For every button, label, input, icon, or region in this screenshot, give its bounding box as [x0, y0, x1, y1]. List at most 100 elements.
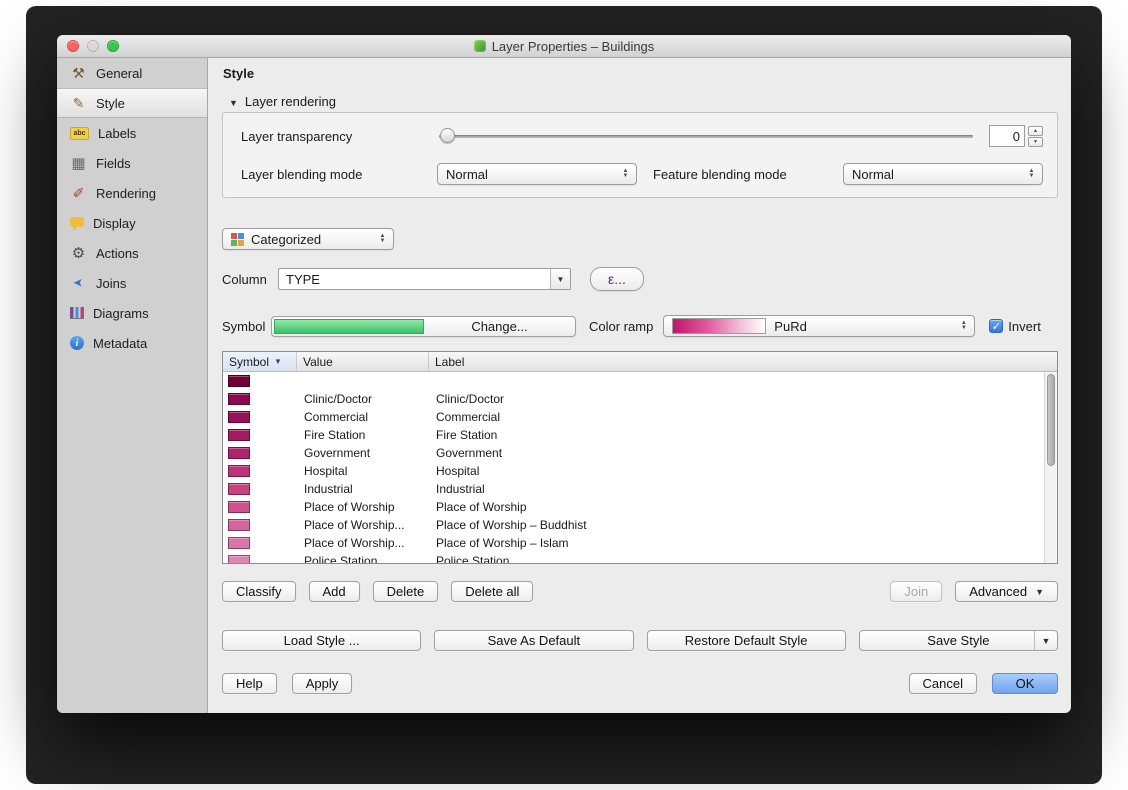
load-style-button[interactable]: Load Style ...	[222, 630, 421, 651]
titlebar[interactable]: Layer Properties – Buildings	[57, 35, 1071, 58]
sidebar-item-rendering[interactable]: Rendering	[57, 178, 207, 208]
symbol-row: Symbol Change... Color ramp PuRd ▲▼ Inve…	[222, 315, 1058, 337]
color-ramp-popup[interactable]: PuRd ▲▼	[663, 315, 975, 337]
column-row: Column TYPE ▼ ε...	[222, 267, 1058, 291]
table-row[interactable]	[223, 372, 1044, 390]
join-arrow-icon	[70, 275, 87, 292]
category-swatch[interactable]	[228, 411, 250, 423]
disclosure-triangle-icon[interactable]	[229, 94, 238, 109]
category-swatch[interactable]	[228, 447, 250, 459]
table-row[interactable]: Clinic/Doctor Clinic/Doctor	[223, 390, 1044, 408]
color-ramp-label: Color ramp	[589, 319, 653, 334]
popup-stepper-icon: ▲▼	[374, 234, 393, 244]
column-combobox[interactable]: TYPE ▼	[278, 268, 571, 290]
table-row[interactable]: Place of Worship... Place of Worship – B…	[223, 516, 1044, 534]
minimize-button[interactable]	[87, 40, 99, 52]
delete-all-button[interactable]: Delete all	[451, 581, 533, 602]
close-button[interactable]	[67, 40, 79, 52]
sidebar-item-joins[interactable]: Joins	[57, 268, 207, 298]
table-row[interactable]: Place of Worship Place of Worship	[223, 498, 1044, 516]
column-header-symbol[interactable]: Symbol ▼	[223, 352, 297, 371]
sidebar-item-style[interactable]: Style	[57, 88, 207, 118]
feature-blending-label: Feature blending mode	[653, 167, 787, 182]
category-swatch[interactable]	[228, 465, 250, 477]
speech-bubble-icon	[70, 217, 84, 227]
transparency-slider[interactable]	[439, 125, 973, 147]
sort-indicator-icon: ▼	[274, 357, 282, 366]
sidebar-item-general[interactable]: General	[57, 58, 207, 88]
expression-button[interactable]: ε...	[590, 267, 644, 291]
save-style-button[interactable]: Save Style ▼	[859, 630, 1058, 651]
sidebar-item-diagrams[interactable]: Diagrams	[57, 298, 207, 328]
category-value: Place of Worship	[297, 500, 429, 514]
color-ramp-preview	[672, 318, 766, 334]
cancel-button[interactable]: Cancel	[909, 673, 977, 694]
column-label: Column	[222, 272, 278, 287]
save-style-dropdown-icon[interactable]: ▼	[1034, 631, 1057, 650]
column-header-label[interactable]: Label	[429, 352, 1057, 371]
blending-mode-label: Layer blending mode	[241, 167, 437, 182]
renderer-type-popup[interactable]: Categorized ▲▼	[222, 228, 394, 250]
category-value: Police Station	[297, 554, 429, 563]
column-header-value[interactable]: Value	[297, 352, 429, 371]
color-ramp-value: PuRd	[774, 319, 807, 334]
ok-button[interactable]: OK	[992, 673, 1058, 694]
category-swatch[interactable]	[228, 501, 250, 513]
transparency-value[interactable]: 0	[989, 125, 1025, 147]
table-row[interactable]: Fire Station Fire Station	[223, 426, 1044, 444]
apply-button[interactable]: Apply	[292, 673, 353, 694]
transparency-label: Layer transparency	[241, 129, 437, 144]
zoom-button[interactable]	[107, 40, 119, 52]
layer-blending-popup[interactable]: Normal ▲▼	[437, 163, 637, 185]
sidebar-item-actions[interactable]: Actions	[57, 238, 207, 268]
invert-checkbox[interactable]	[989, 319, 1003, 333]
vertical-scrollbar[interactable]	[1044, 372, 1057, 563]
abc-icon	[70, 127, 89, 140]
spin-down-icon[interactable]: ▼	[1028, 137, 1043, 147]
category-label: Government	[429, 446, 1044, 460]
help-button[interactable]: Help	[222, 673, 277, 694]
category-swatch[interactable]	[228, 429, 250, 441]
spin-up-icon[interactable]: ▲	[1028, 126, 1043, 136]
category-swatch[interactable]	[228, 555, 250, 563]
sidebar-item-metadata[interactable]: Metadata	[57, 328, 207, 358]
layer-properties-window: Layer Properties – Buildings General Sty…	[57, 35, 1071, 713]
combo-arrow-icon[interactable]: ▼	[550, 269, 570, 289]
table-row[interactable]: Place of Worship... Place of Worship – I…	[223, 534, 1044, 552]
scrollbar-thumb[interactable]	[1047, 374, 1055, 466]
table-row[interactable]: Police Station Police Station	[223, 552, 1044, 563]
table-row[interactable]: Industrial Industrial	[223, 480, 1044, 498]
category-swatch[interactable]	[228, 375, 250, 387]
categories-table: Symbol ▼ Value Label Clinic/Docto	[222, 351, 1058, 564]
transparency-spinbox: 0 ▲ ▼	[989, 125, 1043, 147]
symbol-label: Symbol	[222, 319, 271, 334]
table-row[interactable]: Government Government	[223, 444, 1044, 462]
category-label: Place of Worship	[429, 500, 1044, 514]
slider-thumb[interactable]	[440, 128, 455, 143]
category-label: Place of Worship – Islam	[429, 536, 1044, 550]
category-swatch[interactable]	[228, 483, 250, 495]
classify-button[interactable]: Classify	[222, 581, 296, 602]
sidebar-item-fields[interactable]: Fields	[57, 148, 207, 178]
category-swatch[interactable]	[228, 393, 250, 405]
advanced-button[interactable]: Advanced ▼	[955, 581, 1058, 602]
category-swatch[interactable]	[228, 537, 250, 549]
symbol-change-button[interactable]: Change...	[271, 316, 576, 337]
feature-blending-popup[interactable]: Normal ▲▼	[843, 163, 1043, 185]
paintbrush-icon	[70, 95, 87, 112]
layer-rendering-collapse[interactable]: Layer rendering	[229, 93, 1058, 109]
restore-default-style-button[interactable]: Restore Default Style	[647, 630, 846, 651]
table-row[interactable]: Commercial Commercial	[223, 408, 1044, 426]
delete-button[interactable]: Delete	[373, 581, 439, 602]
add-button[interactable]: Add	[309, 581, 360, 602]
bar-chart-icon	[70, 307, 84, 319]
sidebar-item-display[interactable]: Display	[57, 208, 207, 238]
column-value: TYPE	[279, 272, 550, 287]
table-row[interactable]: Hospital Hospital	[223, 462, 1044, 480]
categorized-icon	[231, 233, 244, 246]
save-as-default-button[interactable]: Save As Default	[434, 630, 633, 651]
category-value: Fire Station	[297, 428, 429, 442]
dialog-footer: Help Apply Cancel OK	[222, 673, 1058, 694]
category-swatch[interactable]	[228, 519, 250, 531]
sidebar-item-labels[interactable]: Labels	[57, 118, 207, 148]
